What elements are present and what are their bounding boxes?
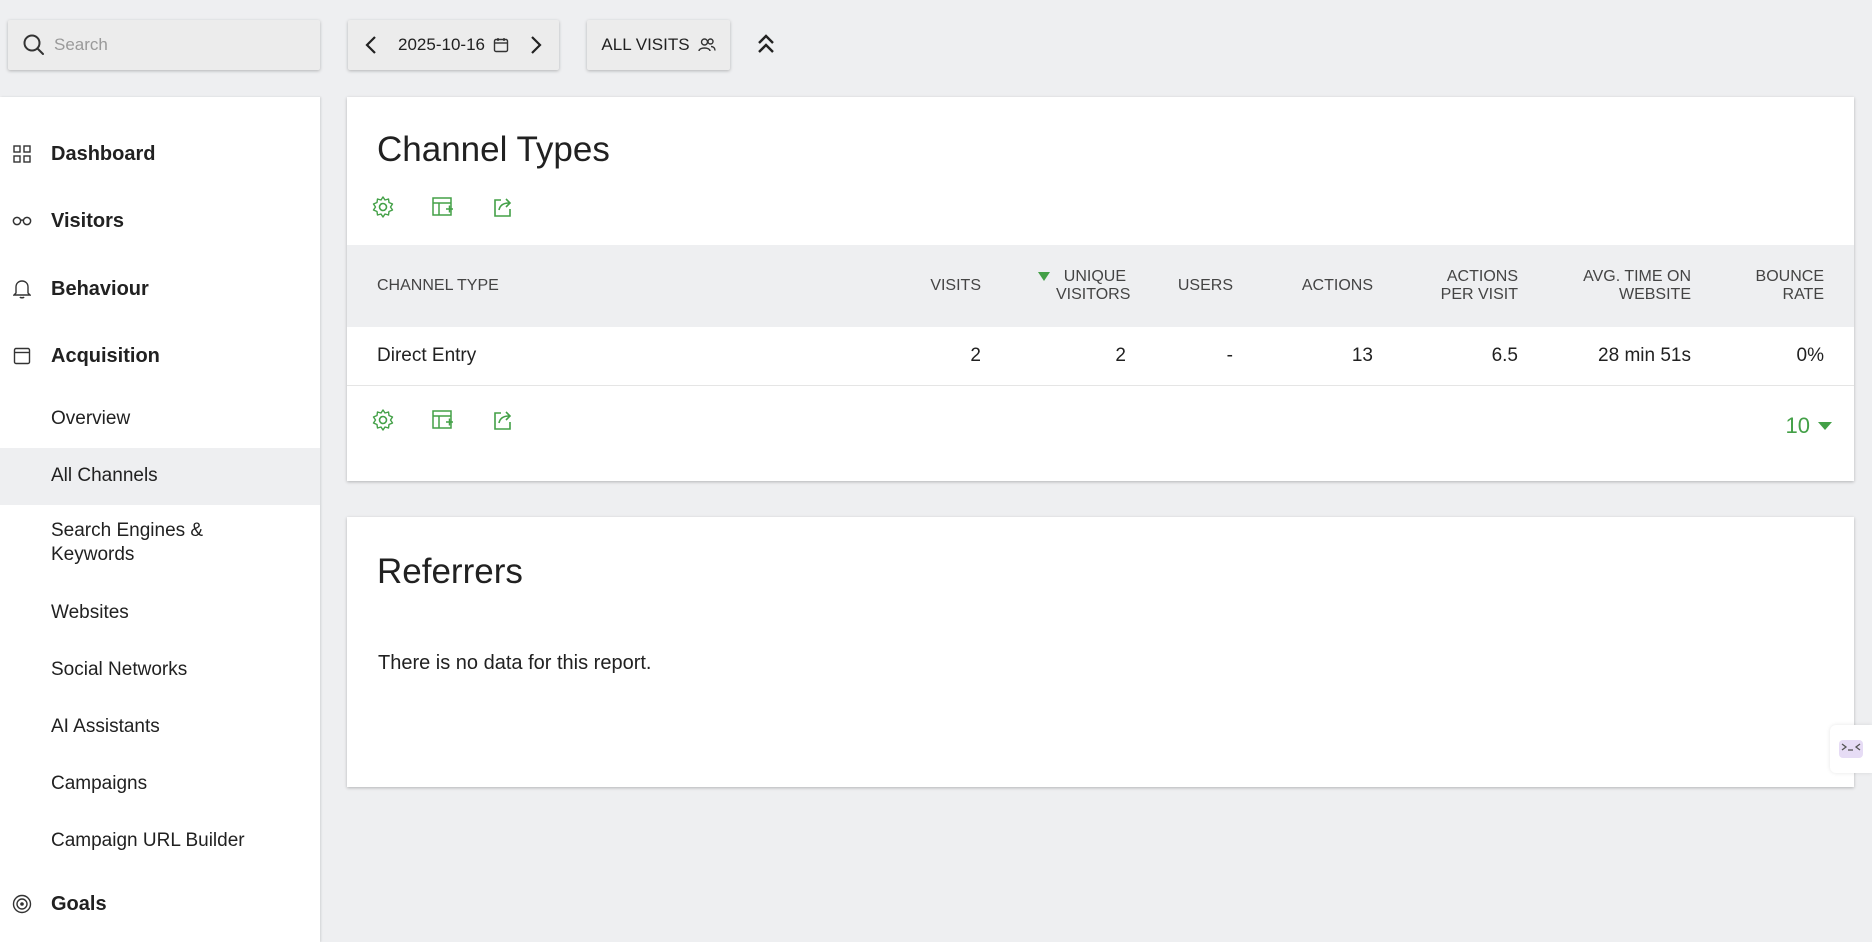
cell-actions: 13 — [1351, 344, 1373, 366]
column-header-visits[interactable]: VISITS — [847, 245, 981, 327]
table-visualization-icon[interactable] — [431, 195, 455, 219]
empty-report-message: There is no data for this report. — [378, 652, 652, 674]
cell-avg-time: 28 min 51s — [1598, 344, 1691, 366]
sidebar-item-label: Campaigns — [51, 773, 148, 794]
segment-label: ALL VISITS — [601, 35, 690, 54]
report-toolbar-top — [371, 195, 515, 219]
sidebar-item-label: Websites — [51, 602, 129, 623]
cell-channel: Direct Entry — [377, 344, 477, 366]
export-icon[interactable] — [491, 408, 515, 432]
column-header-actions-per-visit[interactable]: ACTIONS PER VISIT — [1373, 245, 1518, 327]
chevron-right-icon — [531, 36, 542, 54]
sidebar-item-acquisition[interactable]: Acquisition — [0, 336, 320, 376]
column-header-actions[interactable]: ACTIONS — [1233, 245, 1373, 327]
window-icon — [12, 346, 32, 366]
sidebar-item-label: Dashboard — [51, 142, 156, 165]
channel-types-table: CHANNEL TYPE VISITS UNIQUE VISITORS USER… — [347, 245, 1854, 386]
sidebar-item-overview[interactable]: Overview — [0, 399, 320, 439]
sidebar-item-campaigns[interactable]: Campaigns — [0, 772, 320, 812]
double-chevron-up-icon — [758, 34, 774, 53]
cell-users: - — [1226, 344, 1233, 366]
calendar-icon — [493, 38, 509, 53]
column-header-users[interactable]: USERS — [1126, 245, 1233, 327]
sidebar-item-behaviour[interactable]: Behaviour — [0, 269, 320, 309]
assistant-icon — [1839, 740, 1863, 758]
report-toolbar-bottom — [371, 408, 515, 432]
settings-icon[interactable] — [371, 195, 395, 219]
bell-icon — [12, 279, 32, 299]
sidebar-item-label: Social Networks — [51, 659, 188, 680]
column-header-avg-time-on-website[interactable]: AVG. TIME ON WEBSITE — [1518, 245, 1691, 327]
cell-bounce-rate: 0% — [1796, 344, 1824, 366]
binoculars-icon — [12, 211, 32, 231]
cell-unique-visitors: 2 — [1115, 344, 1126, 366]
row-limit-value: 10 — [1785, 413, 1810, 438]
date-picker[interactable]: 2025-10-16 — [398, 35, 509, 55]
row-limit-selector[interactable]: 10 — [1786, 413, 1832, 439]
sidebar-item-visitors[interactable]: Visitors — [0, 201, 320, 241]
users-icon — [697, 38, 716, 52]
sidebar-item-all-channels[interactable]: All Channels — [0, 448, 320, 505]
cell-actions-per-visit: 6.5 — [1491, 344, 1518, 366]
sidebar-item-label: Goals — [51, 892, 107, 915]
sort-descending-icon — [1038, 272, 1050, 281]
sidebar-item-campaign-url-builder[interactable]: Campaign URL Builder — [0, 829, 320, 869]
period-selector: 2025-10-16 — [348, 20, 559, 70]
referrers-card: Referrers There is no data for this repo… — [347, 517, 1854, 787]
collapse-header-button[interactable] — [752, 30, 780, 58]
assistant-launcher-button[interactable] — [1830, 725, 1872, 773]
segment-selector[interactable]: ALL VISITS — [587, 20, 730, 70]
previous-period-button[interactable] — [360, 34, 382, 56]
export-icon[interactable] — [491, 195, 515, 219]
sidebar-item-dashboard[interactable]: Dashboard — [0, 134, 320, 174]
sidebar-item-social-networks[interactable]: Social Networks — [0, 658, 320, 698]
sidebar: Dashboard Visitors Behaviour Acquisition… — [0, 97, 320, 942]
sidebar-item-label: Search Engines & Keywords — [51, 520, 204, 565]
sidebar-item-label: AI Assistants — [51, 716, 160, 737]
grid-icon — [12, 144, 32, 164]
next-period-button[interactable] — [525, 34, 547, 56]
sidebar-item-websites[interactable]: Websites — [0, 601, 320, 641]
channel-types-card: Channel Types CHANNEL TYPE VISITS UNIQUE… — [347, 97, 1854, 481]
search-input[interactable] — [54, 35, 294, 55]
sidebar-item-label: Visitors — [51, 209, 124, 232]
chevron-left-icon — [365, 36, 376, 54]
caret-down-icon — [1818, 422, 1832, 430]
search-box[interactable] — [8, 20, 320, 70]
column-header-bounce-rate[interactable]: BOUNCE RATE — [1691, 245, 1854, 327]
column-header-unique-visitors[interactable]: UNIQUE VISITORS — [981, 245, 1130, 327]
sidebar-item-goals[interactable]: Goals — [0, 884, 320, 924]
search-icon — [23, 34, 44, 55]
sidebar-item-search-engines-keywords[interactable]: Search Engines & Keywords — [0, 517, 320, 571]
sidebar-item-label: Acquisition — [51, 344, 160, 367]
table-header-row: CHANNEL TYPE VISITS UNIQUE VISITORS USER… — [347, 245, 1854, 327]
cell-visits: 2 — [970, 344, 981, 366]
settings-icon[interactable] — [371, 408, 395, 432]
sidebar-item-label: Behaviour — [51, 277, 149, 300]
table-visualization-icon[interactable] — [431, 408, 455, 432]
card-title: Referrers — [377, 552, 523, 591]
column-header-channel-type[interactable]: CHANNEL TYPE — [347, 245, 847, 327]
sidebar-item-label: All Channels — [51, 465, 158, 486]
card-title: Channel Types — [377, 130, 610, 169]
current-date: 2025-10-16 — [398, 35, 485, 54]
sidebar-item-ai-assistants[interactable]: AI Assistants — [0, 715, 320, 755]
table-row[interactable]: Direct Entry 2 2 - 13 6.5 28 min 51s 0% — [347, 327, 1854, 385]
sidebar-item-label: Overview — [51, 408, 131, 429]
target-icon — [12, 894, 32, 914]
sidebar-item-label: Campaign URL Builder — [51, 830, 245, 851]
